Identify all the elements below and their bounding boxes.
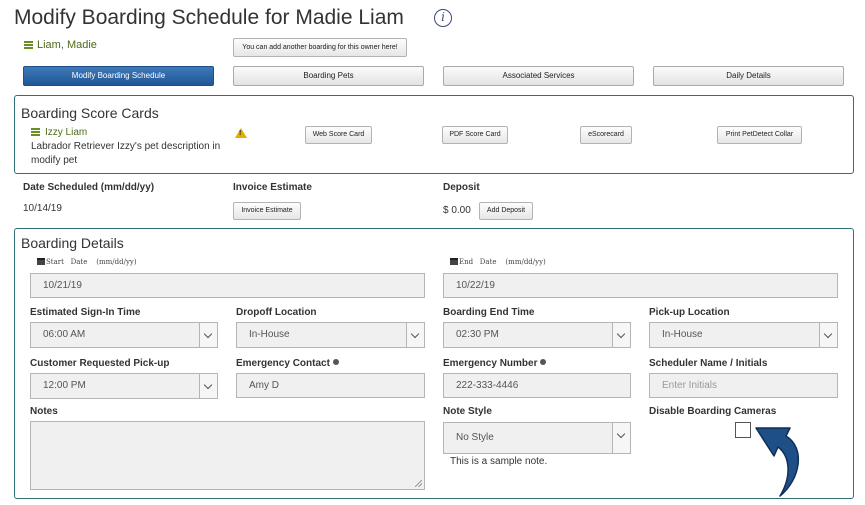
chevron-down-icon (199, 374, 217, 398)
pickup-location-label: Pick-up Location (649, 307, 730, 318)
chevron-down-icon (199, 323, 217, 347)
add-deposit-button[interactable]: Add Deposit (479, 202, 533, 220)
end-date-input[interactable]: 10/22/19 (443, 273, 838, 298)
date-scheduled-label: Date Scheduled (mm/dd/yy) (23, 182, 155, 193)
pdf-score-card-button[interactable]: PDF Score Card (442, 126, 508, 144)
dropoff-location-select[interactable]: In-House (236, 322, 425, 348)
dropoff-location-label: Dropoff Location (236, 307, 317, 318)
tab-associated-services[interactable]: Associated Services (443, 66, 634, 86)
annotation-arrow-icon (755, 427, 800, 497)
pet-name-link[interactable]: Izzy Liam (31, 127, 87, 138)
score-cards-title: Boarding Score Cards (21, 105, 159, 121)
chevron-down-icon (406, 323, 424, 347)
sample-note-text: This is a sample note. (450, 456, 548, 467)
start-date-input[interactable]: 10/21/19 (30, 273, 425, 298)
invoice-estimate-button[interactable]: Invoice Estimate (233, 202, 301, 220)
info-icon[interactable]: i (434, 9, 452, 27)
calendar-icon (450, 258, 458, 265)
start-date-label: Start Date (mm/dd/yy) (37, 258, 137, 266)
chevron-down-icon (612, 423, 630, 453)
deposit-label: Deposit (443, 182, 480, 193)
emergency-contact-label: Emergency Contact (236, 358, 339, 369)
pickup-location-select[interactable]: In-House (649, 322, 838, 348)
pet-description: Labrador Retriever Izzy's pet descriptio… (31, 141, 221, 166)
warning-icon: ! (235, 128, 247, 138)
boarding-details-title: Boarding Details (21, 235, 124, 251)
note-style-select[interactable]: No Style (443, 422, 631, 454)
escorecard-button[interactable]: eScorecard (580, 126, 632, 144)
signin-time-select[interactable]: 06:00 AM (30, 322, 218, 348)
deposit-value: $ 0.00 (443, 205, 471, 216)
emergency-number-label: Emergency Number (443, 358, 547, 369)
calendar-icon (37, 258, 45, 265)
notes-label: Notes (30, 406, 58, 417)
invoice-estimate-label: Invoice Estimate (233, 182, 312, 193)
chevron-down-icon (819, 323, 837, 347)
scheduler-label: Scheduler Name / Initials (649, 358, 768, 369)
required-icon (540, 359, 547, 365)
end-time-select[interactable]: 02:30 PM (443, 322, 631, 348)
web-score-card-button[interactable]: Web Score Card (305, 126, 372, 144)
tab-modify-boarding-schedule[interactable]: Modify Boarding Schedule (23, 66, 214, 86)
tab-boarding-pets[interactable]: Boarding Pets (233, 66, 424, 86)
note-style-label: Note Style (443, 406, 492, 417)
add-boarding-button[interactable]: You can add another boarding for this ow… (233, 38, 407, 57)
signin-time-label: Estimated Sign-In Time (30, 307, 141, 318)
customer-pickup-label: Customer Requested Pick-up (30, 358, 170, 369)
page-title: Modify Boarding Schedule for Madie Liam (14, 6, 404, 29)
emergency-contact-input[interactable]: Amy D (236, 373, 425, 398)
emergency-number-input[interactable]: 222-333-4446 (443, 373, 631, 398)
required-icon (332, 359, 339, 365)
tab-daily-details[interactable]: Daily Details (653, 66, 844, 86)
owner-name: Liam, Madie (37, 39, 97, 51)
notes-textarea[interactable] (30, 421, 425, 490)
pet-name: Izzy Liam (45, 127, 88, 138)
end-date-label: End Date (mm/dd/yy) (450, 258, 546, 266)
print-collar-button[interactable]: Print PetDetect Collar (717, 126, 802, 144)
hamburger-icon (24, 41, 33, 50)
end-time-label: Boarding End Time (443, 307, 535, 318)
hamburger-icon (31, 128, 40, 137)
owner-link[interactable]: Liam, Madie (24, 39, 97, 51)
customer-pickup-select[interactable]: 12:00 PM (30, 373, 218, 399)
scheduler-input[interactable]: Enter Initials (649, 373, 838, 398)
resize-handle-icon[interactable] (415, 480, 422, 487)
date-scheduled-value: 10/14/19 (23, 203, 62, 214)
chevron-down-icon (612, 323, 630, 347)
